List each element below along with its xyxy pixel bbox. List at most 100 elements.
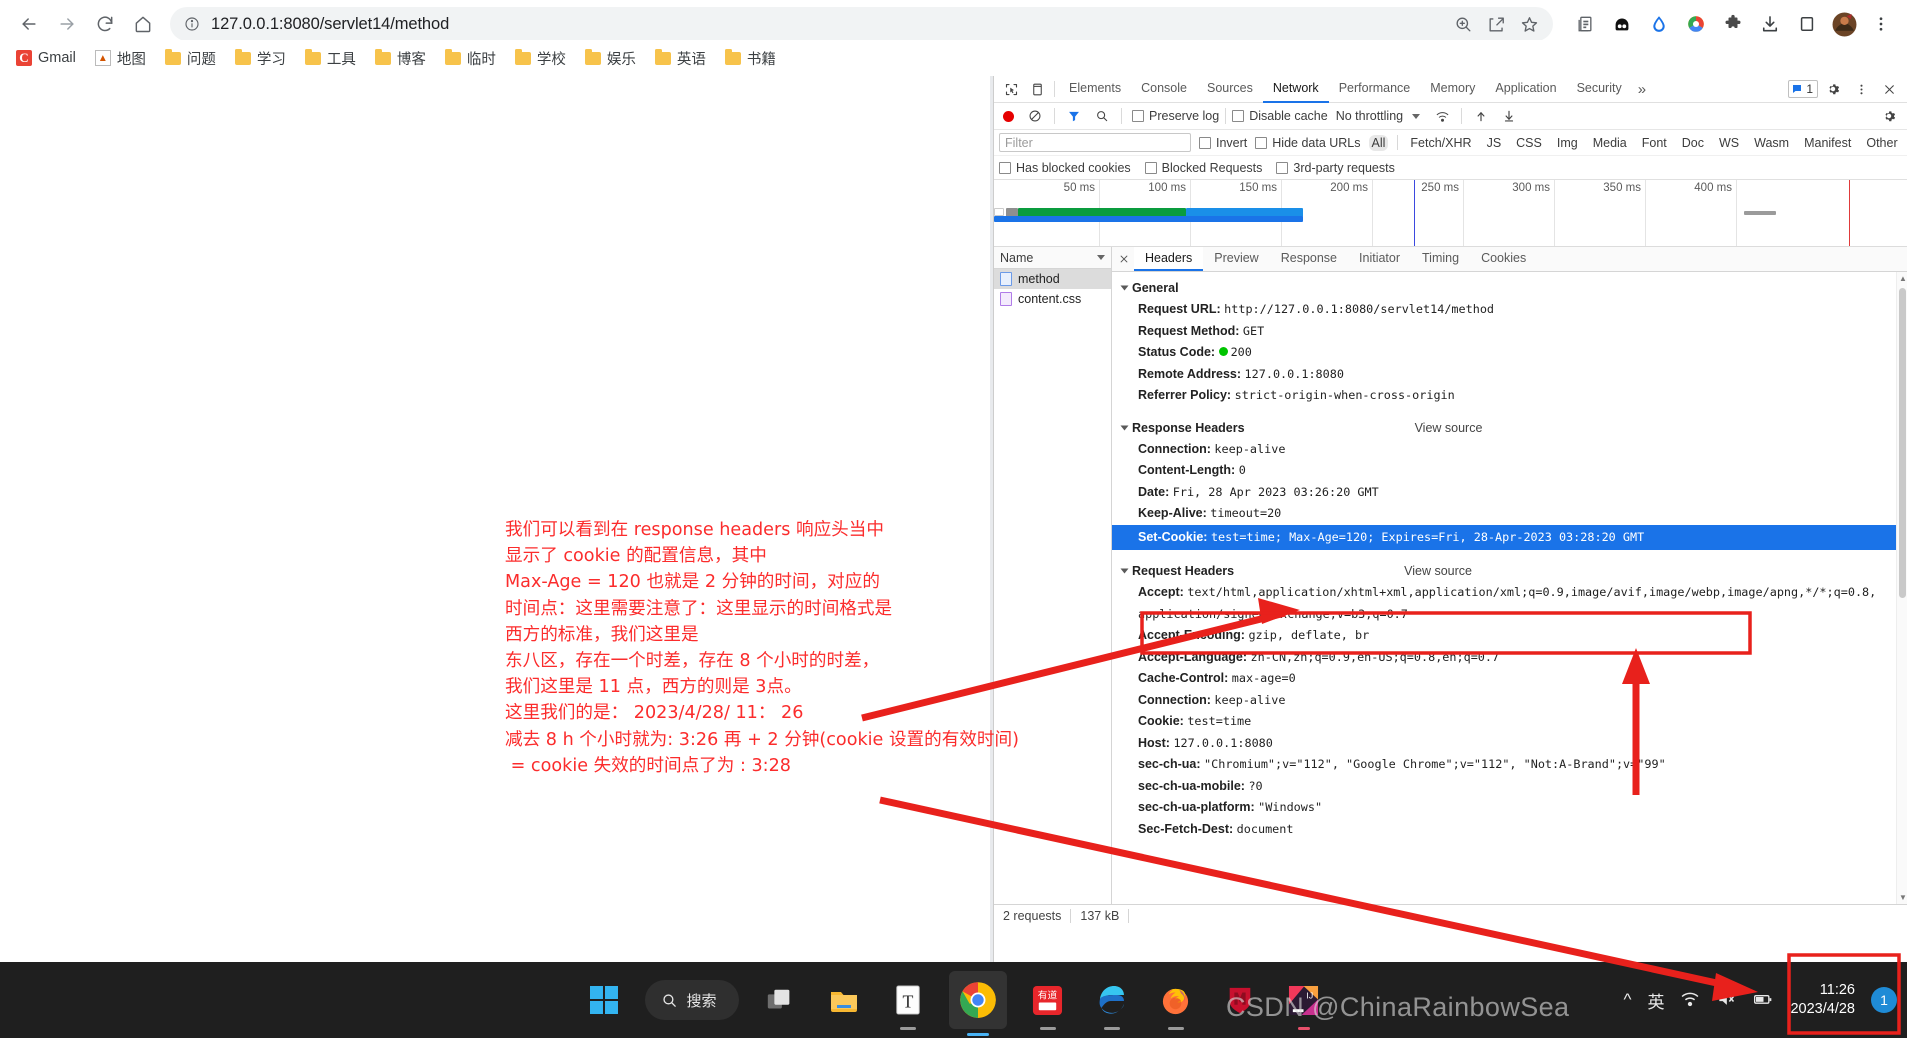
tab-elements[interactable]: Elements	[1059, 76, 1131, 103]
network-settings-icon[interactable]	[1876, 104, 1902, 128]
site-info-icon[interactable]	[184, 16, 200, 32]
bookmark-folder-4[interactable]: 工具	[297, 44, 364, 73]
scroll-down-arrow-icon[interactable]: ▼	[1899, 893, 1907, 902]
chrome-button[interactable]	[948, 971, 1007, 1036]
scroll-up-arrow-icon[interactable]: ▲	[1899, 274, 1907, 283]
type-filter-manifest[interactable]: Manifest	[1801, 135, 1854, 151]
chevron-down-icon[interactable]	[1097, 255, 1105, 260]
zoom-icon[interactable]	[1454, 15, 1473, 34]
scrollbar-thumb[interactable]	[1899, 288, 1906, 598]
device-toolbar-icon[interactable]	[1024, 77, 1050, 101]
section-response-headers-title[interactable]: Response Headers View source	[1112, 417, 1907, 439]
extension-dark-icon[interactable]	[1606, 8, 1638, 40]
throttling-select[interactable]: No throttling	[1336, 109, 1403, 123]
tab-network[interactable]: Network	[1262, 76, 1329, 103]
reading-list-icon[interactable]	[1569, 8, 1601, 40]
tray-expand-chevron-icon[interactable]: ^	[1624, 990, 1632, 1010]
type-filter-wasm[interactable]: Wasm	[1751, 135, 1792, 151]
preserve-log-checkbox[interactable]: Preserve log	[1132, 109, 1219, 123]
request-row-method[interactable]: method	[994, 269, 1111, 289]
has-blocked-cookies-checkbox[interactable]: Has blocked cookies	[999, 161, 1131, 175]
type-filter-img[interactable]: Img	[1554, 135, 1581, 151]
request-row-content-css[interactable]: content.css	[994, 289, 1111, 309]
network-overview-timeline[interactable]: 50 ms 100 ms 150 ms 200 ms 250 ms 300 ms…	[994, 180, 1907, 247]
settings-gear-icon[interactable]	[1820, 77, 1846, 101]
headers-scrollbar[interactable]: ▲ ▼	[1896, 272, 1907, 904]
clear-button[interactable]	[1022, 104, 1048, 128]
wifi-throttle-icon[interactable]	[1429, 104, 1455, 128]
tab-performance[interactable]: Performance	[1329, 76, 1421, 103]
blocked-requests-checkbox[interactable]: Blocked Requests	[1144, 161, 1262, 175]
import-har-icon[interactable]	[1468, 104, 1494, 128]
bookmark-star-icon[interactable]	[1520, 15, 1539, 34]
file-explorer-button[interactable]	[821, 977, 867, 1023]
disable-cache-checkbox[interactable]: Disable cache	[1232, 109, 1328, 123]
bookmark-maps[interactable]: ▲ 地图	[87, 44, 154, 73]
taskbar-clock[interactable]: 11:26 2023/4/28	[1790, 981, 1855, 1019]
record-button[interactable]	[1003, 110, 1014, 122]
bookmark-gmail[interactable]: C Gmail	[8, 46, 84, 70]
bookmark-folder-10[interactable]: 书籍	[717, 44, 784, 73]
tab-console[interactable]: Console	[1131, 76, 1197, 103]
detail-tab-response[interactable]: Response	[1270, 247, 1348, 271]
filter-icon[interactable]	[1061, 104, 1087, 128]
tab-memory[interactable]: Memory	[1420, 76, 1485, 103]
type-filter-doc[interactable]: Doc	[1679, 135, 1707, 151]
type-filter-font[interactable]: Font	[1639, 135, 1670, 151]
chevron-down-icon[interactable]	[1120, 425, 1129, 430]
bookmark-folder-7[interactable]: 学校	[507, 44, 574, 73]
type-filter-other[interactable]: Other	[1863, 135, 1900, 151]
puzzle-extensions-icon[interactable]	[1717, 8, 1749, 40]
bookmark-folder-9[interactable]: 英语	[647, 44, 714, 73]
ime-indicator[interactable]: 英	[1647, 988, 1664, 1013]
share-icon[interactable]	[1487, 15, 1506, 34]
inspect-element-icon[interactable]	[998, 77, 1024, 101]
tab-sources[interactable]: Sources	[1197, 76, 1263, 103]
profile-avatar[interactable]	[1828, 8, 1860, 40]
taskbar-search[interactable]: 搜索	[644, 980, 739, 1020]
notification-badge[interactable]: 1	[1871, 987, 1897, 1013]
close-detail-icon[interactable]	[1114, 247, 1134, 271]
type-filter-fetchxhr[interactable]: Fetch/XHR	[1407, 135, 1474, 151]
devtools-menu-icon[interactable]	[1848, 77, 1874, 101]
chevron-down-icon[interactable]	[1120, 285, 1129, 291]
sidepanel-icon[interactable]	[1791, 8, 1823, 40]
back-icon[interactable]	[10, 5, 48, 43]
filter-input[interactable]: Filter	[999, 133, 1191, 152]
detail-tab-headers[interactable]: Headers	[1134, 247, 1204, 271]
bookmark-folder-3[interactable]: 学习	[227, 44, 294, 73]
address-bar[interactable]: 127.0.0.1:8080/servlet14/method	[170, 7, 1553, 41]
downloads-icon[interactable]	[1754, 8, 1786, 40]
chrome-menu-icon[interactable]	[1865, 8, 1897, 40]
type-filter-ws[interactable]: WS	[1716, 135, 1742, 151]
section-request-headers-title[interactable]: Request Headers View source	[1112, 560, 1907, 582]
section-general-title[interactable]: General	[1112, 277, 1907, 299]
bookmark-folder-5[interactable]: 博客	[367, 44, 434, 73]
close-devtools-icon[interactable]	[1876, 77, 1902, 101]
color-circle-icon[interactable]	[1680, 8, 1712, 40]
more-tabs-button[interactable]: »	[1632, 76, 1652, 103]
bookmark-folder-8[interactable]: 娱乐	[577, 44, 644, 73]
detail-tab-initiator[interactable]: Initiator	[1348, 247, 1411, 271]
home-icon[interactable]	[124, 5, 162, 43]
export-har-icon[interactable]	[1496, 104, 1522, 128]
header-row-set-cookie[interactable]: Set-Cookie: test=time; Max-Age=120; Expi…	[1112, 524, 1907, 550]
search-icon[interactable]	[1089, 104, 1115, 128]
bookmark-folder-6[interactable]: 临时	[437, 44, 504, 73]
request-list-header[interactable]: Name	[994, 247, 1111, 269]
type-filter-all[interactable]: All	[1368, 134, 1389, 151]
detail-tab-preview[interactable]: Preview	[1203, 247, 1269, 271]
drop-icon[interactable]	[1643, 8, 1675, 40]
detail-tab-timing[interactable]: Timing	[1411, 247, 1470, 271]
issues-icon[interactable]: 1	[1788, 80, 1818, 98]
hide-data-urls-checkbox[interactable]: Hide data URLs	[1255, 136, 1361, 150]
view-source-link[interactable]: View source	[1415, 421, 1483, 435]
chevron-down-icon[interactable]	[1412, 113, 1421, 119]
edge-button[interactable]	[1089, 977, 1135, 1030]
task-view-button[interactable]	[757, 977, 803, 1023]
type-filter-media[interactable]: Media	[1590, 135, 1630, 151]
tab-security[interactable]: Security	[1567, 76, 1632, 103]
type-filter-css[interactable]: CSS	[1513, 135, 1545, 151]
bookmark-folder-2[interactable]: 问题	[157, 44, 224, 73]
wifi-icon[interactable]	[1680, 989, 1700, 1012]
